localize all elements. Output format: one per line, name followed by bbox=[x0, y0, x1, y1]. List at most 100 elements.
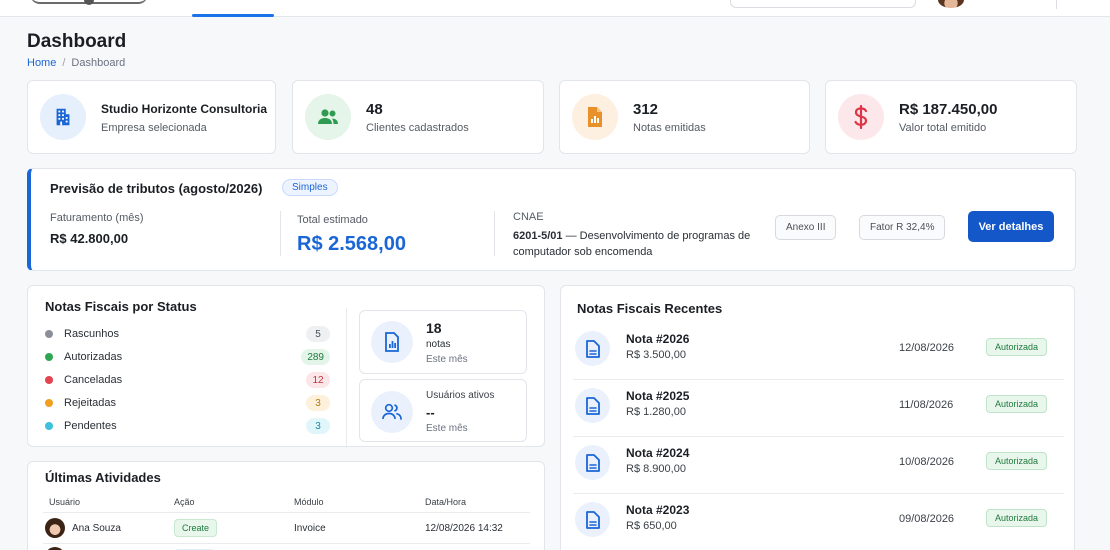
status-dot bbox=[45, 376, 53, 384]
factor-r-chip[interactable]: Fator R 32,4% bbox=[859, 215, 946, 240]
document-icon bbox=[575, 502, 610, 537]
recent-invoices-card: Notas Fiscais Recentes Nota #2026 R$ 3.5… bbox=[560, 285, 1075, 550]
top-divider bbox=[1056, 0, 1057, 9]
status-row-drafts[interactable]: Rascunhos 5 bbox=[45, 325, 330, 343]
building-icon bbox=[40, 94, 86, 140]
column-header-action[interactable]: Ação bbox=[174, 497, 195, 507]
status-count: 12 bbox=[306, 372, 330, 388]
month-notes-unit: notas bbox=[426, 339, 451, 350]
stat-card-clients[interactable]: 48 Clientes cadastrados bbox=[292, 80, 544, 154]
stat-label: Valor total emitido bbox=[899, 122, 987, 134]
divider bbox=[43, 512, 530, 513]
list-item[interactable]: Nota #2026 R$ 3.500,00 12/08/2026 Autori… bbox=[573, 323, 1064, 380]
document-icon bbox=[575, 388, 610, 423]
document-icon bbox=[575, 331, 610, 366]
note-amount: R$ 1.280,00 bbox=[626, 406, 686, 418]
stat-card-company[interactable]: Studio Horizonte Consultoria Empresa sel… bbox=[27, 80, 276, 154]
activity-module: Invoice bbox=[294, 523, 326, 534]
note-amount: R$ 8.900,00 bbox=[626, 463, 686, 475]
note-amount: R$ 650,00 bbox=[626, 520, 677, 532]
top-bar bbox=[0, 0, 1110, 17]
tax-forecast-title: Previsão de tributos (agosto/2026) bbox=[50, 181, 263, 196]
status-dot bbox=[45, 422, 53, 430]
stat-value: 48 bbox=[366, 101, 383, 118]
status-badge: Autorizada bbox=[986, 395, 1048, 413]
cnae-code: 6201-5/01 bbox=[513, 230, 563, 242]
stat-value: R$ 187.450,00 bbox=[899, 101, 998, 118]
status-badge: Autorizada bbox=[986, 338, 1048, 356]
stat-label: Notas emitidas bbox=[633, 122, 706, 134]
document-chart-icon bbox=[371, 321, 413, 363]
avatar bbox=[45, 518, 65, 538]
document-chart-icon bbox=[572, 94, 618, 140]
status-row-pending[interactable]: Pendentes 3 bbox=[45, 417, 330, 435]
divider bbox=[494, 211, 495, 256]
list-item[interactable]: Nota #2024 R$ 8.900,00 10/08/2026 Autori… bbox=[573, 437, 1064, 494]
users-icon bbox=[305, 94, 351, 140]
view-details-button[interactable]: Ver detalhes bbox=[968, 211, 1054, 242]
revenue-label: Faturamento (mês) bbox=[50, 212, 144, 224]
status-label: Rejeitadas bbox=[64, 397, 116, 409]
list-item[interactable]: Nota #2025 R$ 1.280,00 11/08/2026 Autori… bbox=[573, 380, 1064, 437]
stat-label: Clientes cadastrados bbox=[366, 122, 469, 134]
status-badge: Autorizada bbox=[986, 509, 1048, 527]
cnae-label: CNAE bbox=[513, 211, 544, 223]
status-row-authorized[interactable]: Autorizadas 289 bbox=[45, 348, 330, 366]
column-header-datetime[interactable]: Data/Hora bbox=[425, 497, 466, 507]
search-input[interactable] bbox=[730, 0, 916, 8]
stat-card-notes[interactable]: 312 Notas emitidas bbox=[559, 80, 810, 154]
annex-chip[interactable]: Anexo III bbox=[775, 215, 837, 240]
page-title: Dashboard bbox=[27, 31, 127, 52]
logo-mark bbox=[84, 0, 94, 5]
regime-badge: Simples bbox=[282, 179, 338, 196]
active-users-card[interactable]: Usuários ativos -- Este mês bbox=[359, 379, 527, 442]
month-notes-value: 18 bbox=[426, 320, 442, 336]
status-badge: Autorizada bbox=[986, 452, 1048, 470]
total-estimated-label: Total estimado bbox=[297, 214, 368, 226]
avatar[interactable] bbox=[938, 0, 964, 8]
status-label: Pendentes bbox=[64, 420, 117, 432]
status-dot bbox=[45, 330, 53, 338]
status-dot bbox=[45, 353, 53, 361]
column-header-user[interactable]: Usuário bbox=[49, 497, 80, 507]
breadcrumb-separator: / bbox=[62, 57, 66, 69]
section-title: Últimas Atividades bbox=[45, 470, 161, 485]
status-dot bbox=[45, 399, 53, 407]
status-label: Rascunhos bbox=[64, 328, 120, 340]
divider bbox=[346, 308, 347, 448]
note-date: 11/08/2026 bbox=[899, 399, 954, 411]
column-header-module[interactable]: Módulo bbox=[294, 497, 324, 507]
total-estimated-value: R$ 2.568,00 bbox=[297, 233, 406, 255]
divider bbox=[43, 543, 530, 544]
active-users-caption: Este mês bbox=[426, 423, 468, 434]
activity-user: Ana Souza bbox=[72, 523, 121, 534]
list-item[interactable]: Nota #2023 R$ 650,00 09/08/2026 Autoriza… bbox=[573, 494, 1064, 550]
document-icon bbox=[575, 445, 610, 480]
breadcrumb-home-link[interactable]: Home bbox=[27, 57, 56, 69]
breadcrumb-current: Dashboard bbox=[71, 57, 126, 69]
section-title: Notas Fiscais Recentes bbox=[577, 301, 723, 316]
note-date: 12/08/2026 bbox=[899, 342, 955, 354]
status-row-cancelled[interactable]: Canceladas 12 bbox=[45, 371, 330, 389]
month-notes-card[interactable]: 18 notas Este mês bbox=[359, 310, 527, 374]
stat-value: 312 bbox=[633, 101, 659, 118]
note-date: 10/08/2026 bbox=[899, 456, 955, 468]
active-nav-indicator[interactable] bbox=[192, 14, 274, 17]
dollar-icon bbox=[838, 94, 884, 140]
note-title: Nota #2024 bbox=[626, 446, 690, 460]
note-amount: R$ 3.500,00 bbox=[626, 349, 686, 361]
status-row-rejected[interactable]: Rejeitadas 3 bbox=[45, 394, 330, 412]
status-label: Canceladas bbox=[64, 374, 123, 386]
activity-datetime: 12/08/2026 14:32 bbox=[425, 523, 503, 534]
note-title: Nota #2025 bbox=[626, 389, 690, 403]
status-count: 5 bbox=[306, 326, 330, 342]
active-users-value: -- bbox=[426, 405, 435, 420]
month-notes-caption: Este mês bbox=[426, 354, 468, 365]
active-users-title: Usuários ativos bbox=[426, 390, 495, 401]
stat-card-total-value[interactable]: R$ 187.450,00 Valor total emitido bbox=[825, 80, 1077, 154]
status-count: 289 bbox=[301, 349, 330, 365]
section-title: Notas Fiscais por Status bbox=[45, 299, 197, 314]
stat-value: Studio Horizonte Consultoria bbox=[101, 102, 267, 116]
breadcrumb: Home / Dashboard bbox=[27, 57, 125, 69]
revenue-value: R$ 42.800,00 bbox=[50, 231, 129, 246]
